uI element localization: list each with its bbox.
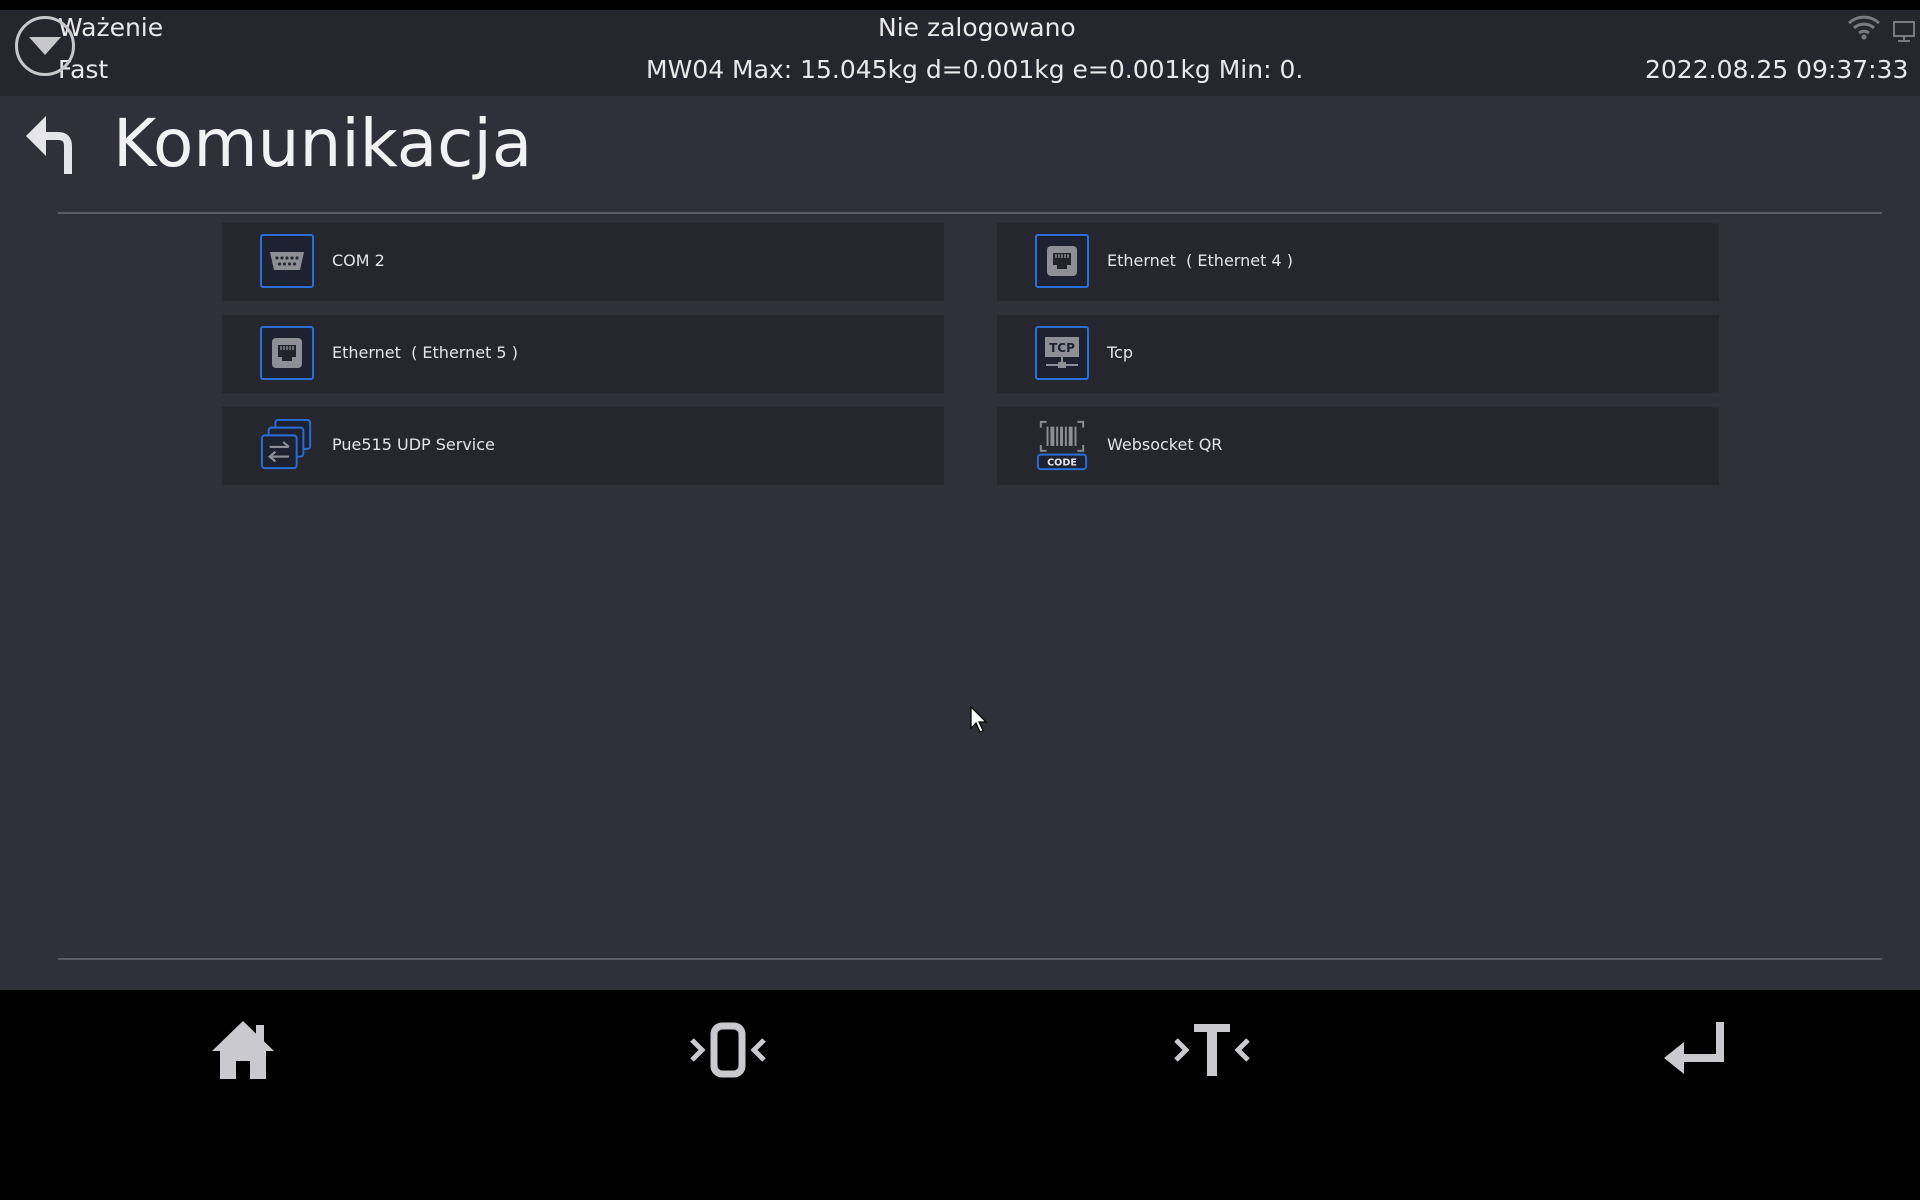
home-button[interactable] bbox=[183, 1008, 303, 1092]
enter-button[interactable] bbox=[1637, 1008, 1757, 1092]
tcp-network-icon: TCP bbox=[1035, 326, 1089, 380]
tile-label: Websocket QR bbox=[1107, 435, 1223, 454]
barcode-qr-icon: CODE bbox=[1035, 418, 1089, 472]
tile-tcp[interactable]: TCP Tcp bbox=[997, 315, 1719, 393]
back-arrow-icon bbox=[26, 116, 72, 174]
chevron-down-icon bbox=[29, 37, 61, 55]
tile-com2[interactable]: COM 2 bbox=[222, 223, 944, 301]
tile-label: Pue515 UDP Service bbox=[332, 435, 495, 454]
monitor-icon bbox=[1893, 21, 1915, 42]
tile-label: Ethernet ( Ethernet 4 ) bbox=[1107, 251, 1293, 270]
tile-ethernet-4[interactable]: Ethernet ( Ethernet 4 ) bbox=[997, 223, 1719, 301]
tile-ethernet-5[interactable]: Ethernet ( Ethernet 5 ) bbox=[222, 315, 944, 393]
enter-icon bbox=[1664, 1022, 1724, 1074]
serial-port-icon bbox=[260, 234, 314, 288]
menu-toggle-button[interactable] bbox=[15, 16, 75, 76]
zero-button[interactable] bbox=[668, 1008, 788, 1092]
tare-button[interactable] bbox=[1152, 1008, 1272, 1092]
zero-icon bbox=[690, 1022, 766, 1078]
mouse-cursor-icon bbox=[970, 706, 988, 733]
home-icon bbox=[212, 1021, 274, 1079]
bottom-divider bbox=[58, 958, 1882, 960]
ethernet-port-icon bbox=[1035, 234, 1089, 288]
tile-label: COM 2 bbox=[332, 251, 385, 270]
datetime: 2022.08.25 09:37:33 bbox=[1645, 55, 1909, 84]
page-title: Komunikacja bbox=[113, 105, 533, 182]
udp-service-icon bbox=[260, 418, 314, 472]
tare-icon bbox=[1174, 1024, 1250, 1076]
wifi-icon bbox=[1847, 15, 1881, 40]
login-status: Nie zalogowano bbox=[878, 13, 1076, 42]
tcp-icon-text: TCP bbox=[1049, 341, 1075, 355]
tile-label: Ethernet ( Ethernet 5 ) bbox=[332, 343, 518, 362]
back-button[interactable] bbox=[24, 112, 84, 178]
scale-info: MW04 Max: 15.045kg d=0.001kg e=0.001kg M… bbox=[646, 55, 1304, 84]
tile-label: Tcp bbox=[1107, 343, 1134, 362]
tile-websocket-qr[interactable]: CODE Websocket QR bbox=[997, 407, 1719, 485]
top-strip bbox=[0, 0, 1920, 10]
barcode-icon-text: CODE bbox=[1047, 458, 1077, 469]
ethernet-port-icon bbox=[260, 326, 314, 380]
top-divider bbox=[58, 212, 1882, 214]
tile-pue515-udp-service[interactable]: Pue515 UDP Service bbox=[222, 407, 944, 485]
